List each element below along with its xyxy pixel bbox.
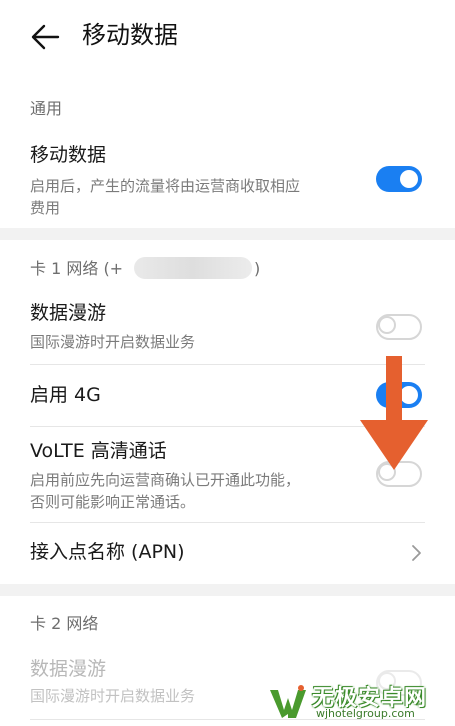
section-label-sim1: 卡 1 网络 (+ — [30, 259, 124, 278]
mobile-data-subtitle-line1: 启用后，产生的流量将由运营商收取相应 — [30, 177, 301, 195]
section-gap — [0, 584, 455, 596]
enable-4g-title: 启用 4G — [30, 384, 101, 406]
watermark-logo-icon — [270, 685, 306, 718]
section-label-general: 通用 — [30, 99, 63, 118]
sim2-roaming-title: 数据漫游 — [30, 658, 107, 680]
section-label-sim1-close: ) — [254, 259, 261, 278]
back-arrow-icon[interactable] — [28, 20, 62, 54]
sim1-roaming-row[interactable]: 数据漫游 国际漫游时开启数据业务 — [0, 296, 455, 360]
volte-subtitle-line1: 启用前应先向运营商确认已开通此功能， — [30, 471, 301, 489]
mobile-data-title: 移动数据 — [30, 144, 107, 166]
page-title: 移动数据 — [82, 21, 178, 49]
toggle-knob — [400, 170, 418, 188]
apn-row[interactable]: 接入点名称 (APN) — [0, 524, 455, 580]
divider — [30, 522, 425, 523]
toggle-knob — [378, 316, 396, 334]
sim1-roaming-title: 数据漫游 — [30, 302, 107, 324]
annotation-down-arrow-icon — [360, 356, 428, 470]
redacted-phone-number — [134, 257, 252, 279]
sim1-roaming-subtitle: 国际漫游时开启数据业务 — [30, 333, 196, 351]
volte-title: VoLTE 高清通话 — [30, 440, 167, 462]
sim1-roaming-toggle[interactable] — [376, 314, 422, 340]
mobile-data-subtitle-line2: 费用 — [30, 199, 61, 217]
apn-title: 接入点名称 (APN) — [30, 541, 185, 563]
watermark-url: wjhotelgroup.com — [316, 707, 415, 720]
mobile-data-row[interactable]: 移动数据 启用后，产生的流量将由运营商收取相应 费用 — [0, 140, 455, 222]
section-gap — [0, 228, 455, 240]
section-label-sim2: 卡 2 网络 — [30, 614, 99, 633]
volte-subtitle-line2: 否则可能影响正常通话。 — [30, 493, 196, 511]
mobile-data-toggle[interactable] — [376, 166, 422, 192]
sim2-roaming-subtitle: 国际漫游时开启数据业务 — [30, 687, 196, 705]
chevron-right-icon — [412, 545, 421, 561]
